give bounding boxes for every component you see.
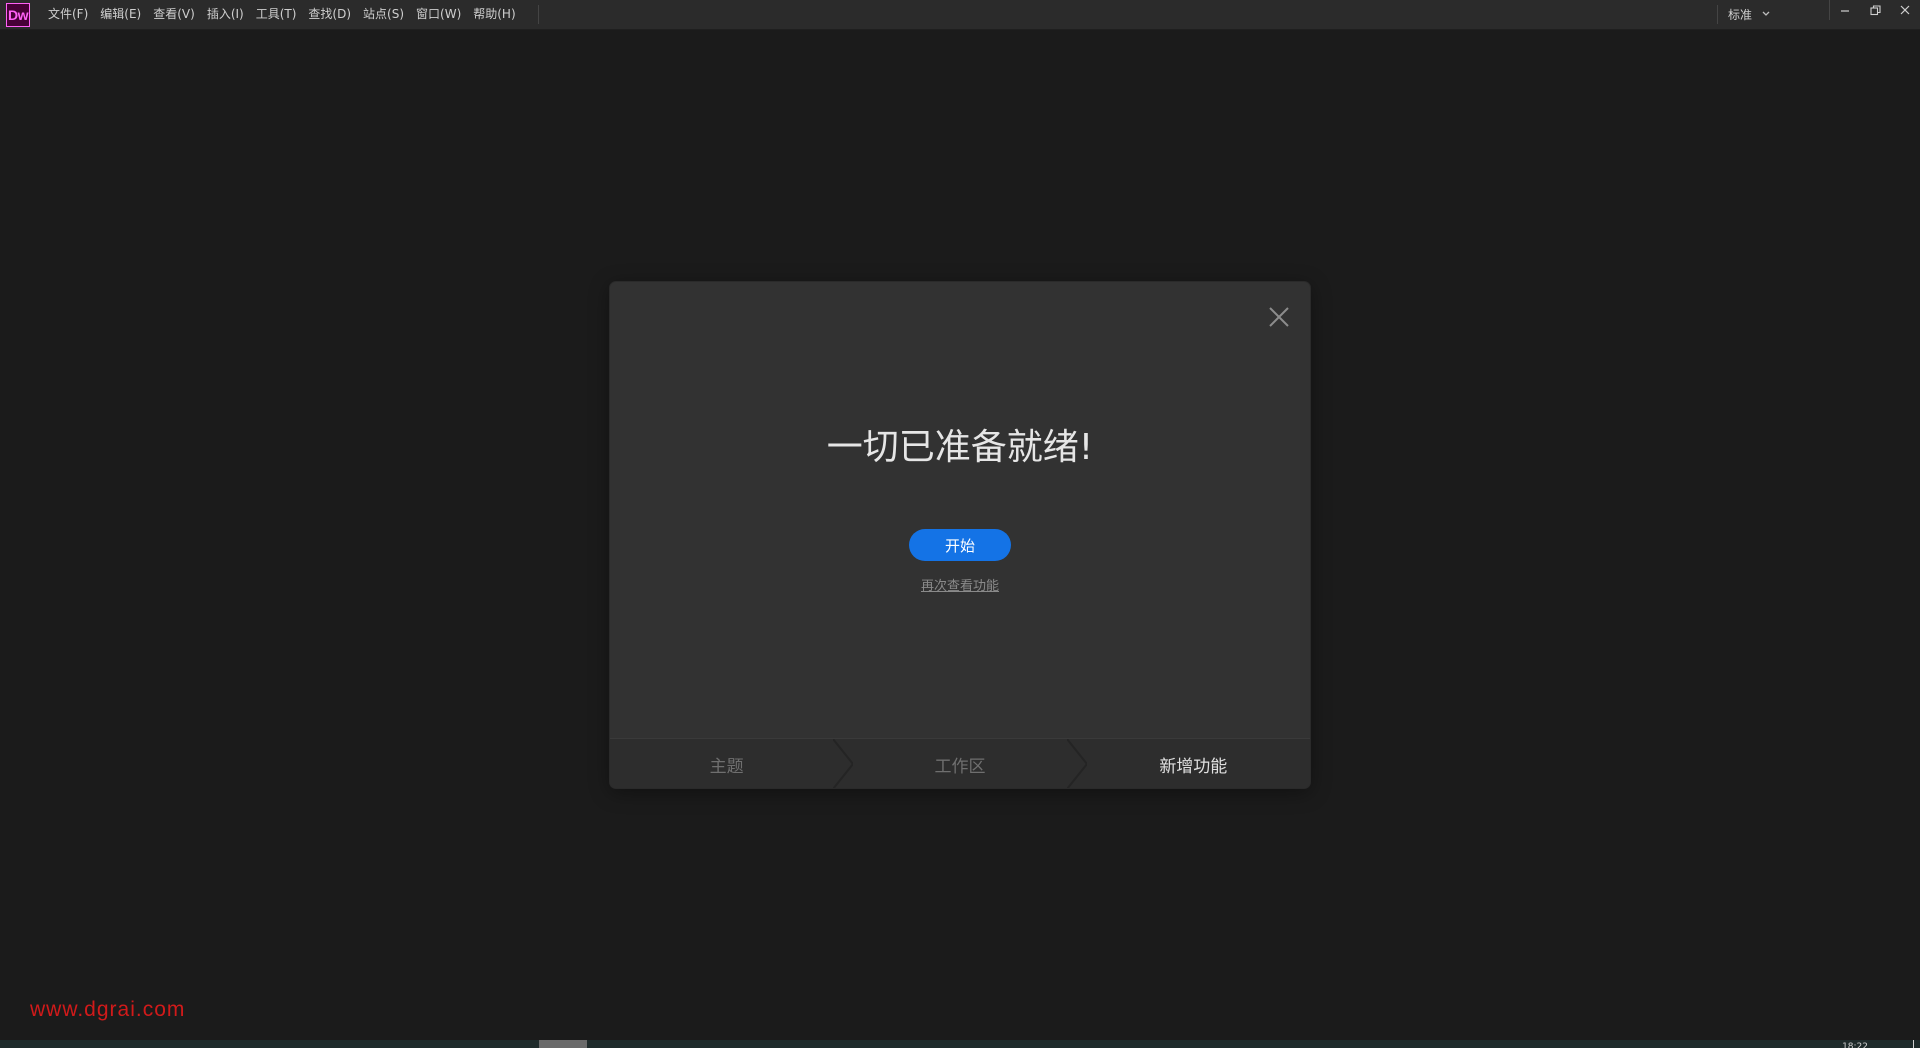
step-label: 工作区 bbox=[934, 756, 986, 777]
menu-view[interactable]: 查看(V) bbox=[147, 0, 201, 29]
step-label: 新增功能 bbox=[1159, 756, 1228, 777]
horizontal-scrollbar-thumb[interactable] bbox=[539, 1040, 587, 1048]
menu-bar: Dw 文件(F) 编辑(E) 查看(V) 插入(I) 工具(T) 查找(D) 站… bbox=[0, 0, 1920, 30]
replay-features-link[interactable]: 再次查看功能 bbox=[610, 575, 1310, 594]
workspace-label: 标准 bbox=[1728, 8, 1753, 22]
dialog-title: 一切已准备就绪! bbox=[826, 427, 1094, 468]
close-icon[interactable] bbox=[1890, 0, 1920, 20]
step-new-features[interactable]: 新增功能 bbox=[1077, 739, 1310, 788]
minimize-icon[interactable] bbox=[1830, 0, 1860, 20]
window-controls bbox=[1829, 0, 1920, 20]
step-label: 主题 bbox=[709, 756, 744, 777]
dialog-close-button[interactable] bbox=[1266, 304, 1292, 330]
step-theme[interactable]: 主题 bbox=[610, 739, 854, 788]
status-time: 18:22 bbox=[1842, 1042, 1868, 1048]
menu-divider bbox=[538, 5, 539, 24]
welcome-dialog: 一切已准备就绪! 开始 再次查看功能 主题 工作区 新增功能 bbox=[610, 282, 1310, 788]
watermark-text: www.dgrai.com bbox=[30, 998, 186, 1021]
status-bar bbox=[0, 1040, 1920, 1048]
close-icon bbox=[1269, 307, 1289, 327]
menu-site[interactable]: 站点(S) bbox=[357, 0, 410, 29]
menu-help[interactable]: 帮助(H) bbox=[467, 0, 521, 29]
menu-tools[interactable]: 工具(T) bbox=[250, 0, 303, 29]
setup-steps: 主题 工作区 新增功能 bbox=[610, 738, 1310, 788]
start-button[interactable]: 开始 bbox=[909, 529, 1011, 561]
app-logo: Dw bbox=[6, 3, 30, 27]
status-divider bbox=[1913, 1040, 1914, 1048]
menu-edit[interactable]: 编辑(E) bbox=[94, 0, 147, 29]
dreamweaver-window: Dw 文件(F) 编辑(E) 查看(V) 插入(I) 工具(T) 查找(D) 站… bbox=[0, 0, 1920, 1048]
menu-file[interactable]: 文件(F) bbox=[42, 0, 94, 29]
menu-insert[interactable]: 插入(I) bbox=[201, 0, 250, 29]
chevron-down-icon bbox=[1762, 10, 1770, 20]
restore-icon[interactable] bbox=[1860, 0, 1890, 20]
main-menu: 文件(F) 编辑(E) 查看(V) 插入(I) 工具(T) 查找(D) 站点(S… bbox=[42, 0, 522, 29]
menu-window[interactable]: 窗口(W) bbox=[410, 0, 467, 29]
step-workspace[interactable]: 工作区 bbox=[843, 739, 1087, 788]
menu-find[interactable]: 查找(D) bbox=[302, 0, 357, 29]
workspace-switcher[interactable]: 标准 bbox=[1717, 5, 1770, 24]
